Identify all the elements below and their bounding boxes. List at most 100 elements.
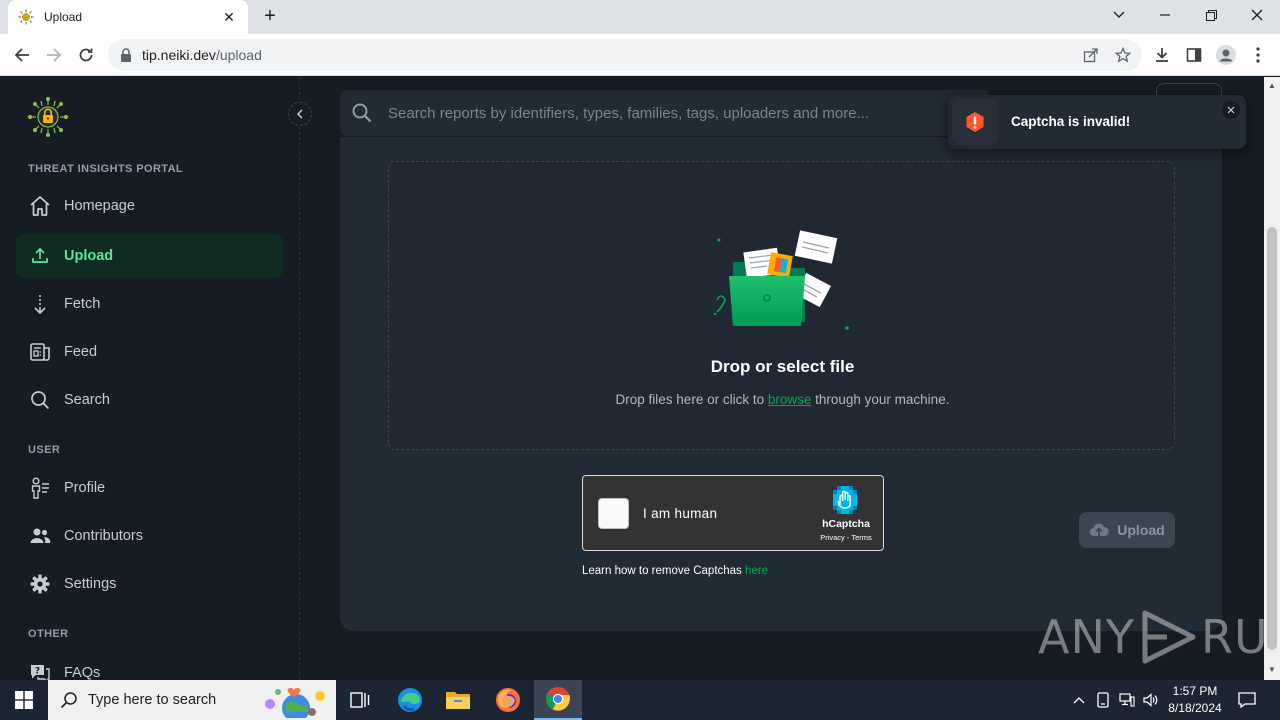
search-icon: [28, 388, 52, 412]
downloads-icon[interactable]: [1150, 43, 1174, 67]
browser-tab-strip: Upload ✕ +: [0, 0, 1280, 34]
toast-close-button[interactable]: [1222, 101, 1240, 119]
fetch-icon: [28, 292, 52, 316]
section-label-other: OTHER: [28, 628, 69, 640]
contributors-icon: [28, 524, 52, 548]
sidebar-item-profile[interactable]: Profile: [16, 466, 283, 510]
restore-button[interactable]: [1188, 0, 1234, 30]
search-icon: [352, 103, 372, 123]
scroll-up-arrow-icon[interactable]: ▲: [1268, 81, 1276, 90]
scrollbar-thumb[interactable]: [1267, 227, 1277, 650]
bookmark-star-icon[interactable]: [1114, 45, 1132, 65]
url-host: tip.neiki.dev: [142, 47, 216, 63]
sidebar-item-faqs[interactable]: ? FAQs: [16, 651, 283, 680]
taskbar-search-box[interactable]: Type here to search: [48, 680, 336, 720]
sidebar-item-label: Search: [64, 392, 110, 408]
sidebar-item-label: Feed: [64, 344, 98, 360]
hcaptcha-label: I am human: [643, 506, 718, 521]
reload-button[interactable]: [74, 43, 98, 67]
edge-browser-icon: [398, 688, 422, 712]
taskbar-chrome[interactable]: [534, 680, 582, 720]
scroll-down-arrow-icon[interactable]: ▼: [1268, 665, 1276, 674]
hcaptcha-logo-icon: [833, 486, 857, 514]
sidebar-item-label: Settings: [64, 576, 117, 592]
firefox-icon: [496, 688, 520, 712]
sidebar-item-label: Homepage: [64, 198, 135, 214]
folder-files-illustration-icon: [713, 230, 849, 330]
search-input[interactable]: [388, 104, 948, 122]
faq-icon: ?: [28, 661, 52, 680]
side-panel-icon[interactable]: [1182, 43, 1206, 67]
sidebar-item-fetch[interactable]: Fetch: [16, 282, 283, 326]
address-bar[interactable]: tip.neiki.dev/upload: [108, 39, 1142, 71]
sidebar-item-search[interactable]: Search: [16, 378, 283, 422]
watermark-left-text: ANY: [1038, 610, 1135, 664]
hcaptcha-privacy-terms-links[interactable]: Privacy - Terms: [813, 533, 879, 542]
volume-icon[interactable]: [1140, 680, 1162, 720]
hcaptcha-widget: I am human hCaptcha Privacy - Terms: [582, 475, 884, 551]
clock-time: 1:57 PM: [1172, 684, 1218, 698]
captcha-help-label: Learn how to remove Captchas: [582, 565, 746, 577]
sidebar-item-homepage[interactable]: Homepage: [16, 184, 283, 228]
new-tab-button[interactable]: +: [258, 6, 282, 28]
upload-card: Drop or select file Drop files here or c…: [340, 137, 1222, 631]
toast-icon-container: [952, 99, 998, 145]
taskbar-firefox[interactable]: [484, 680, 532, 720]
back-button[interactable]: [10, 43, 34, 67]
hcaptcha-checkbox[interactable]: [598, 498, 629, 529]
portal-logo-icon: [28, 97, 68, 137]
forward-button[interactable]: [42, 43, 66, 67]
captcha-help-link[interactable]: here: [745, 565, 768, 577]
search-highlight-decoration-icon: [265, 687, 325, 718]
chrome-icon: [546, 687, 570, 711]
collapse-sidebar-button[interactable]: [288, 102, 312, 126]
play-logo-icon: [1142, 610, 1196, 664]
clock-date: 8/18/2024: [1168, 701, 1222, 715]
page-scrollbar[interactable]: ▲ ▼: [1264, 77, 1280, 680]
sidebar-item-upload[interactable]: Upload: [16, 234, 283, 278]
network-icon[interactable]: [1116, 680, 1138, 720]
notifications-icon[interactable]: [1234, 680, 1260, 720]
svg-text:?: ?: [35, 667, 40, 677]
chevron-left-icon: [296, 109, 303, 119]
watermark-right-text: RUN: [1200, 610, 1264, 664]
task-view-icon: [350, 692, 370, 708]
start-button[interactable]: [0, 680, 48, 720]
sidebar-item-settings[interactable]: Settings: [16, 562, 283, 606]
cloud-upload-icon: [1090, 523, 1110, 537]
tab-close-icon[interactable]: ✕: [220, 9, 238, 26]
taskbar-edge[interactable]: [386, 680, 434, 720]
close-window-button[interactable]: [1234, 0, 1280, 30]
captcha-help-text: Learn how to remove Captchas here: [582, 565, 768, 577]
task-view-button[interactable]: [336, 680, 384, 720]
sidebar-item-contributors[interactable]: Contributors: [16, 514, 283, 558]
toast-message: Captcha is invalid!: [1011, 114, 1131, 129]
upload-button-label: Upload: [1117, 522, 1165, 538]
settings-icon: [28, 572, 52, 596]
browse-link[interactable]: browse: [768, 392, 812, 407]
app-viewport: THREAT INSIGHTS PORTAL Homepage Upload F…: [0, 77, 1264, 680]
chrome-menu-icon[interactable]: [1246, 43, 1270, 67]
taskbar-file-explorer[interactable]: [434, 680, 482, 720]
profile-avatar-icon[interactable]: [1214, 43, 1238, 67]
system-clock[interactable]: 1:57 PM 8/18/2024: [1160, 683, 1230, 717]
upload-button[interactable]: Upload: [1079, 512, 1175, 548]
tray-overflow-chevron-icon[interactable]: [1068, 680, 1090, 720]
upload-icon: [28, 244, 52, 268]
url-path: /upload: [215, 47, 262, 63]
tab-title: Upload: [44, 10, 83, 24]
sidebar-item-feed[interactable]: Feed: [16, 330, 283, 374]
browser-tab[interactable]: Upload ✕: [8, 0, 248, 34]
tab-search-chevron-icon[interactable]: [1096, 0, 1142, 30]
file-dropzone[interactable]: Drop or select file Drop files here or c…: [388, 161, 1175, 450]
minimize-button[interactable]: [1142, 0, 1188, 30]
sidebar-item-label: Contributors: [64, 528, 143, 544]
lock-icon: [121, 48, 131, 62]
section-label-user: USER: [28, 444, 61, 456]
feed-icon: [28, 340, 52, 364]
folder-icon: [446, 692, 470, 709]
profile-icon: [28, 476, 52, 500]
windows-logo-icon: [15, 691, 33, 709]
share-icon[interactable]: [1082, 45, 1100, 65]
device-tray-icon[interactable]: [1092, 680, 1114, 720]
